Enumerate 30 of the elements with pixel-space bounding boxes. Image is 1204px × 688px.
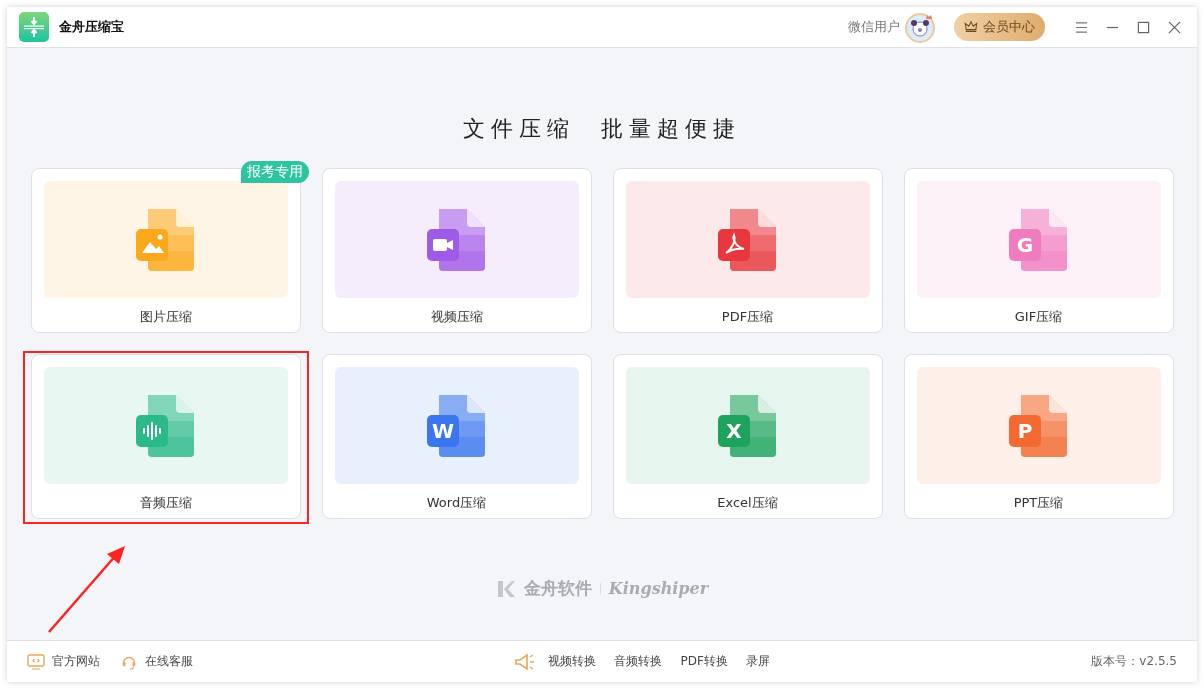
window-title: 金舟压缩宝 — [59, 18, 124, 36]
quick-link[interactable]: PDF转换 — [680, 653, 728, 670]
tool-card[interactable]: P PPT压缩 — [903, 354, 1174, 519]
maximize-icon[interactable] — [1137, 20, 1150, 34]
quick-link[interactable]: 音频转换 — [614, 653, 663, 670]
tool-card[interactable]: W Word压缩 — [321, 354, 592, 519]
version-label: 版本号：v2.5.5 — [1091, 653, 1177, 670]
menu-icon[interactable] — [1075, 20, 1088, 34]
tag-badge: 报考专用 — [240, 161, 309, 183]
close-icon[interactable] — [1168, 20, 1181, 34]
quick-link[interactable]: 视频转换 — [548, 653, 597, 670]
website-link[interactable]: 官方网站 — [27, 653, 100, 670]
avatar-icon[interactable] — [904, 11, 936, 43]
tool-card[interactable]: X Excel压缩 — [612, 354, 883, 519]
tool-card[interactable]: PDF压缩 — [612, 168, 883, 333]
tool-card[interactable]: 视频压缩 — [321, 168, 592, 333]
crown-icon — [964, 20, 978, 34]
brand-wordmark: Kingshiper — [608, 579, 709, 598]
member-center-button[interactable]: 会员中心 — [954, 13, 1045, 41]
megaphone-icon — [514, 652, 537, 671]
tool-card[interactable]: G GIF压缩 — [903, 168, 1174, 333]
support-link[interactable]: 在线客服 — [120, 653, 193, 670]
username[interactable]: 微信用户 — [848, 18, 900, 36]
brand-name: 金舟软件 — [523, 577, 592, 600]
app-logo-icon — [19, 12, 49, 42]
quick-link[interactable]: 录屏 — [745, 653, 770, 670]
headline: 文件压缩 批量超便捷 — [463, 115, 741, 143]
tool-card[interactable]: 音频压缩 — [30, 354, 301, 519]
monitor-icon — [27, 653, 45, 670]
brand-logo-icon — [495, 578, 516, 599]
